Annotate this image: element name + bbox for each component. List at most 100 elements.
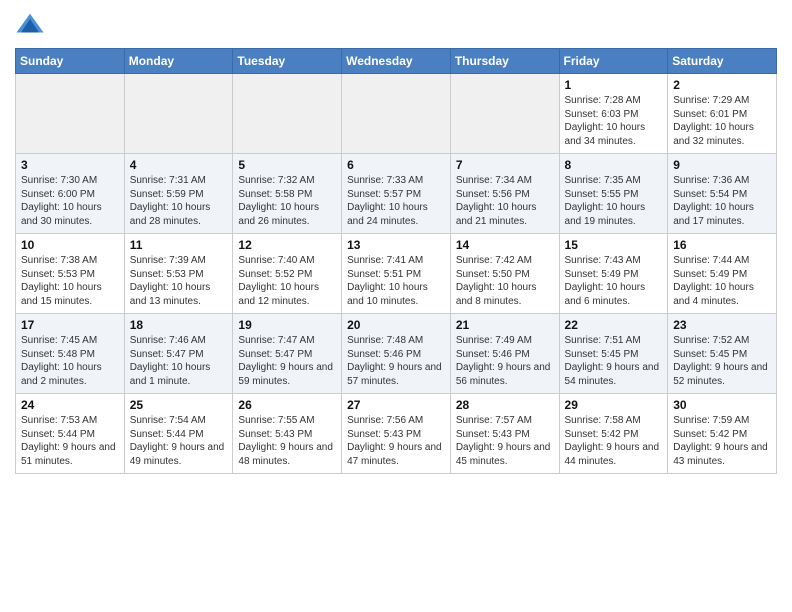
calendar-cell: 19 Sunrise: 7:47 AM Sunset: 5:47 PM Dayli… [233, 314, 342, 394]
calendar-cell: 25Sunrise: 7:54 AM Sunset: 5:44 PM Dayli… [124, 394, 233, 474]
day-info: Sunrise: 7:38 AM Sunset: 5:53 PM Dayligh… [21, 254, 119, 308]
page-container: SundayMondayTuesdayWednesdayThursdayFrid… [0, 0, 792, 612]
day-info: Sunrise: 7:36 AM Sunset: 5:54 PM Dayligh… [673, 174, 771, 228]
calendar-week-row: 3 Sunrise: 7:30 AM Sunset: 6:00 PM Daylig… [16, 154, 777, 234]
day-number: 14 [456, 238, 554, 252]
calendar-cell: 13 Sunrise: 7:41 AM Sunset: 5:51 PM Dayli… [342, 234, 451, 314]
calendar-header-row: SundayMondayTuesdayWednesdayThursdayFrid… [16, 49, 777, 74]
day-number: 26 [238, 398, 336, 412]
calendar-table: SundayMondayTuesdayWednesdayThursdayFrid… [15, 48, 777, 474]
day-info: Sunrise: 7:29 AM Sunset: 6:01 PM Dayligh… [673, 94, 771, 148]
calendar-cell [342, 74, 451, 154]
day-number: 12 [238, 238, 336, 252]
calendar-cell: 12 Sunrise: 7:40 AM Sunset: 5:52 PM Dayli… [233, 234, 342, 314]
logo-icon [15, 10, 45, 40]
day-info: Sunrise: 7:33 AM Sunset: 5:57 PM Dayligh… [347, 174, 445, 228]
day-number: 1 [565, 78, 663, 92]
weekday-header: Friday [559, 49, 668, 74]
calendar-cell: 27 Sunrise: 7:56 AM Sunset: 5:43 PM Dayli… [342, 394, 451, 474]
calendar-cell: 7Sunrise: 7:34 AM Sunset: 5:56 PM Daylig… [450, 154, 559, 234]
calendar-cell [233, 74, 342, 154]
logo [15, 10, 50, 40]
calendar-cell: 1 Sunrise: 7:28 AM Sunset: 6:03 PM Daylig… [559, 74, 668, 154]
calendar-cell [16, 74, 125, 154]
calendar-cell: 8 Sunrise: 7:35 AM Sunset: 5:55 PM Daylig… [559, 154, 668, 234]
calendar-cell: 10 Sunrise: 7:38 AM Sunset: 5:53 PM Dayli… [16, 234, 125, 314]
day-number: 22 [565, 318, 663, 332]
day-info: Sunrise: 7:39 AM Sunset: 5:53 PM Dayligh… [130, 254, 228, 308]
calendar-week-row: 10 Sunrise: 7:38 AM Sunset: 5:53 PM Dayli… [16, 234, 777, 314]
calendar-cell: 9 Sunrise: 7:36 AM Sunset: 5:54 PM Daylig… [668, 154, 777, 234]
calendar-cell: 2Sunrise: 7:29 AM Sunset: 6:01 PM Daylig… [668, 74, 777, 154]
day-number: 29 [565, 398, 663, 412]
weekday-header: Sunday [16, 49, 125, 74]
day-number: 23 [673, 318, 771, 332]
day-info: Sunrise: 7:46 AM Sunset: 5:47 PM Dayligh… [130, 334, 228, 388]
calendar-cell: 23 Sunrise: 7:52 AM Sunset: 5:45 PM Dayli… [668, 314, 777, 394]
day-info: Sunrise: 7:57 AM Sunset: 5:43 PM Dayligh… [456, 414, 554, 468]
day-info: Sunrise: 7:59 AM Sunset: 5:42 PM Dayligh… [673, 414, 771, 468]
day-number: 27 [347, 398, 445, 412]
day-number: 15 [565, 238, 663, 252]
day-number: 5 [238, 158, 336, 172]
day-number: 18 [130, 318, 228, 332]
calendar-cell: 26 Sunrise: 7:55 AM Sunset: 5:43 PM Dayli… [233, 394, 342, 474]
day-number: 17 [21, 318, 119, 332]
day-number: 10 [21, 238, 119, 252]
day-info: Sunrise: 7:55 AM Sunset: 5:43 PM Dayligh… [238, 414, 336, 468]
calendar-cell [450, 74, 559, 154]
day-number: 16 [673, 238, 771, 252]
day-info: Sunrise: 7:44 AM Sunset: 5:49 PM Dayligh… [673, 254, 771, 308]
day-info: Sunrise: 7:28 AM Sunset: 6:03 PM Dayligh… [565, 94, 663, 148]
calendar-cell: 3 Sunrise: 7:30 AM Sunset: 6:00 PM Daylig… [16, 154, 125, 234]
calendar-cell: 4 Sunrise: 7:31 AM Sunset: 5:59 PM Daylig… [124, 154, 233, 234]
day-number: 24 [21, 398, 119, 412]
calendar-cell: 11Sunrise: 7:39 AM Sunset: 5:53 PM Dayli… [124, 234, 233, 314]
day-info: Sunrise: 7:52 AM Sunset: 5:45 PM Dayligh… [673, 334, 771, 388]
day-info: Sunrise: 7:49 AM Sunset: 5:46 PM Dayligh… [456, 334, 554, 388]
day-info: Sunrise: 7:53 AM Sunset: 5:44 PM Dayligh… [21, 414, 119, 468]
day-info: Sunrise: 7:58 AM Sunset: 5:42 PM Dayligh… [565, 414, 663, 468]
calendar-cell: 21Sunrise: 7:49 AM Sunset: 5:46 PM Dayli… [450, 314, 559, 394]
calendar-week-row: 1 Sunrise: 7:28 AM Sunset: 6:03 PM Daylig… [16, 74, 777, 154]
calendar-cell: 22 Sunrise: 7:51 AM Sunset: 5:45 PM Dayli… [559, 314, 668, 394]
weekday-header: Monday [124, 49, 233, 74]
weekday-header: Thursday [450, 49, 559, 74]
calendar-cell: 18 Sunrise: 7:46 AM Sunset: 5:47 PM Dayli… [124, 314, 233, 394]
calendar-cell: 6 Sunrise: 7:33 AM Sunset: 5:57 PM Daylig… [342, 154, 451, 234]
day-number: 4 [130, 158, 228, 172]
day-number: 6 [347, 158, 445, 172]
day-info: Sunrise: 7:48 AM Sunset: 5:46 PM Dayligh… [347, 334, 445, 388]
day-info: Sunrise: 7:31 AM Sunset: 5:59 PM Dayligh… [130, 174, 228, 228]
day-info: Sunrise: 7:35 AM Sunset: 5:55 PM Dayligh… [565, 174, 663, 228]
weekday-header: Wednesday [342, 49, 451, 74]
calendar-week-row: 17Sunrise: 7:45 AM Sunset: 5:48 PM Dayli… [16, 314, 777, 394]
day-info: Sunrise: 7:56 AM Sunset: 5:43 PM Dayligh… [347, 414, 445, 468]
calendar-cell: 16 Sunrise: 7:44 AM Sunset: 5:49 PM Dayli… [668, 234, 777, 314]
day-number: 3 [21, 158, 119, 172]
day-number: 20 [347, 318, 445, 332]
day-number: 28 [456, 398, 554, 412]
calendar-week-row: 24 Sunrise: 7:53 AM Sunset: 5:44 PM Dayli… [16, 394, 777, 474]
day-info: Sunrise: 7:42 AM Sunset: 5:50 PM Dayligh… [456, 254, 554, 308]
calendar-cell: 17Sunrise: 7:45 AM Sunset: 5:48 PM Dayli… [16, 314, 125, 394]
weekday-header: Saturday [668, 49, 777, 74]
day-number: 13 [347, 238, 445, 252]
day-info: Sunrise: 7:51 AM Sunset: 5:45 PM Dayligh… [565, 334, 663, 388]
day-number: 8 [565, 158, 663, 172]
day-info: Sunrise: 7:41 AM Sunset: 5:51 PM Dayligh… [347, 254, 445, 308]
day-number: 30 [673, 398, 771, 412]
calendar-cell [124, 74, 233, 154]
day-info: Sunrise: 7:30 AM Sunset: 6:00 PM Dayligh… [21, 174, 119, 228]
day-number: 9 [673, 158, 771, 172]
day-number: 7 [456, 158, 554, 172]
calendar-cell: 24 Sunrise: 7:53 AM Sunset: 5:44 PM Dayli… [16, 394, 125, 474]
calendar-cell: 14 Sunrise: 7:42 AM Sunset: 5:50 PM Dayli… [450, 234, 559, 314]
calendar-cell: 15 Sunrise: 7:43 AM Sunset: 5:49 PM Dayli… [559, 234, 668, 314]
calendar-cell: 30 Sunrise: 7:59 AM Sunset: 5:42 PM Dayli… [668, 394, 777, 474]
day-info: Sunrise: 7:47 AM Sunset: 5:47 PM Dayligh… [238, 334, 336, 388]
day-info: Sunrise: 7:40 AM Sunset: 5:52 PM Dayligh… [238, 254, 336, 308]
day-info: Sunrise: 7:43 AM Sunset: 5:49 PM Dayligh… [565, 254, 663, 308]
day-number: 19 [238, 318, 336, 332]
day-info: Sunrise: 7:54 AM Sunset: 5:44 PM Dayligh… [130, 414, 228, 468]
